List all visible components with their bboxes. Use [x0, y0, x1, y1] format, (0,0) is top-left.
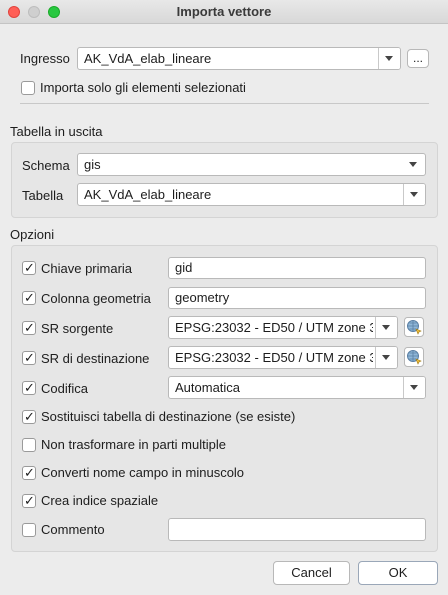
schema-value: gis [84, 157, 101, 172]
table-label: Tabella [22, 188, 64, 203]
divider [20, 103, 429, 104]
checkmark-icon: ✓ [24, 493, 35, 508]
dest-crs-label: SR di destinazione [41, 351, 150, 366]
lowercase-fields-checkbox[interactable]: ✓ [22, 465, 36, 480]
chevron-down-icon [385, 56, 393, 61]
input-layer-dropdown[interactable] [378, 48, 400, 69]
encoding-value: Automatica [175, 380, 241, 395]
checkmark-icon: ✓ [24, 320, 35, 335]
dest-crs-dropdown[interactable] [375, 347, 397, 368]
browse-button[interactable]: ... [407, 49, 429, 68]
replace-table-checkbox[interactable]: ✓ [22, 409, 36, 424]
input-label: Ingresso [20, 51, 70, 66]
source-crs-combo[interactable]: EPSG:23032 - ED50 / UTM zone 32N [168, 316, 398, 339]
no-multipart-checkbox[interactable] [22, 438, 36, 452]
geometry-column-field[interactable]: geometry [168, 287, 426, 309]
primary-key-label: Chiave primaria [41, 261, 133, 276]
primary-key-field[interactable]: gid [168, 257, 426, 279]
source-crs-dropdown[interactable] [375, 317, 397, 338]
source-crs-checkbox[interactable]: ✓ [22, 320, 36, 335]
input-layer-value: AK_VdA_elab_lineare [84, 51, 212, 66]
input-layer-combo[interactable]: AK_VdA_elab_lineare [77, 47, 401, 70]
lowercase-fields-label: Converti nome campo in minuscolo [41, 465, 245, 480]
table-value: AK_VdA_elab_lineare [84, 187, 212, 202]
geometry-column-label: Colonna geometria [41, 291, 151, 306]
window-title: Importa vettore [176, 4, 272, 19]
selected-only-label: Importa solo gli elementi selezionati [40, 80, 246, 95]
crs-selector-icon[interactable] [404, 347, 424, 367]
replace-table-label: Sostituisci tabella di destinazione (se … [41, 409, 296, 424]
ok-button[interactable]: OK [358, 561, 438, 585]
dest-crs-value: EPSG:23032 - ED50 / UTM zone 32N [175, 350, 373, 365]
crs-selector-icon[interactable] [404, 317, 424, 337]
checkmark-icon: ✓ [24, 409, 35, 424]
chevron-down-icon [382, 325, 390, 330]
primary-key-checkbox[interactable]: ✓ [22, 260, 36, 275]
checkmark-icon: ✓ [24, 260, 35, 275]
output-table-section-title: Tabella in uscita [10, 124, 103, 139]
no-multipart-label: Non trasformare in parti multiple [41, 437, 226, 452]
table-combo[interactable]: AK_VdA_elab_lineare [77, 183, 426, 206]
chevron-down-icon [410, 192, 418, 197]
schema-combo[interactable]: gis [77, 153, 426, 176]
geometry-column-checkbox[interactable]: ✓ [22, 290, 36, 305]
selected-only-checkbox[interactable] [21, 81, 35, 95]
schema-label: Schema [22, 158, 70, 173]
checkmark-icon: ✓ [24, 290, 35, 305]
spatial-index-checkbox[interactable]: ✓ [22, 493, 36, 508]
dest-crs-checkbox[interactable]: ✓ [22, 350, 36, 365]
import-vector-dialog: Importa vettore Ingresso AK_VdA_elab_lin… [0, 0, 448, 595]
checkmark-icon: ✓ [24, 380, 35, 395]
options-section-title: Opzioni [10, 227, 55, 242]
comment-label: Commento [41, 522, 105, 537]
encoding-checkbox[interactable]: ✓ [22, 380, 36, 395]
title-bar: Importa vettore [0, 0, 448, 24]
table-dropdown[interactable] [403, 184, 425, 205]
chevron-down-icon [410, 385, 418, 390]
chevron-down-icon [409, 162, 417, 167]
chevron-down-icon [382, 355, 390, 360]
encoding-dropdown[interactable] [403, 377, 425, 398]
encoding-combo[interactable]: Automatica [168, 376, 426, 399]
checkmark-icon: ✓ [24, 350, 35, 365]
comment-field[interactable] [168, 518, 426, 541]
source-crs-value: EPSG:23032 - ED50 / UTM zone 32N [175, 320, 373, 335]
cancel-button[interactable]: Cancel [273, 561, 350, 585]
comment-checkbox[interactable] [22, 523, 36, 537]
source-crs-label: SR sorgente [41, 321, 114, 336]
encoding-label: Codifica [41, 381, 88, 396]
dest-crs-combo[interactable]: EPSG:23032 - ED50 / UTM zone 32N [168, 346, 398, 369]
spatial-index-label: Crea indice spaziale [41, 493, 159, 508]
checkmark-icon: ✓ [24, 465, 35, 480]
